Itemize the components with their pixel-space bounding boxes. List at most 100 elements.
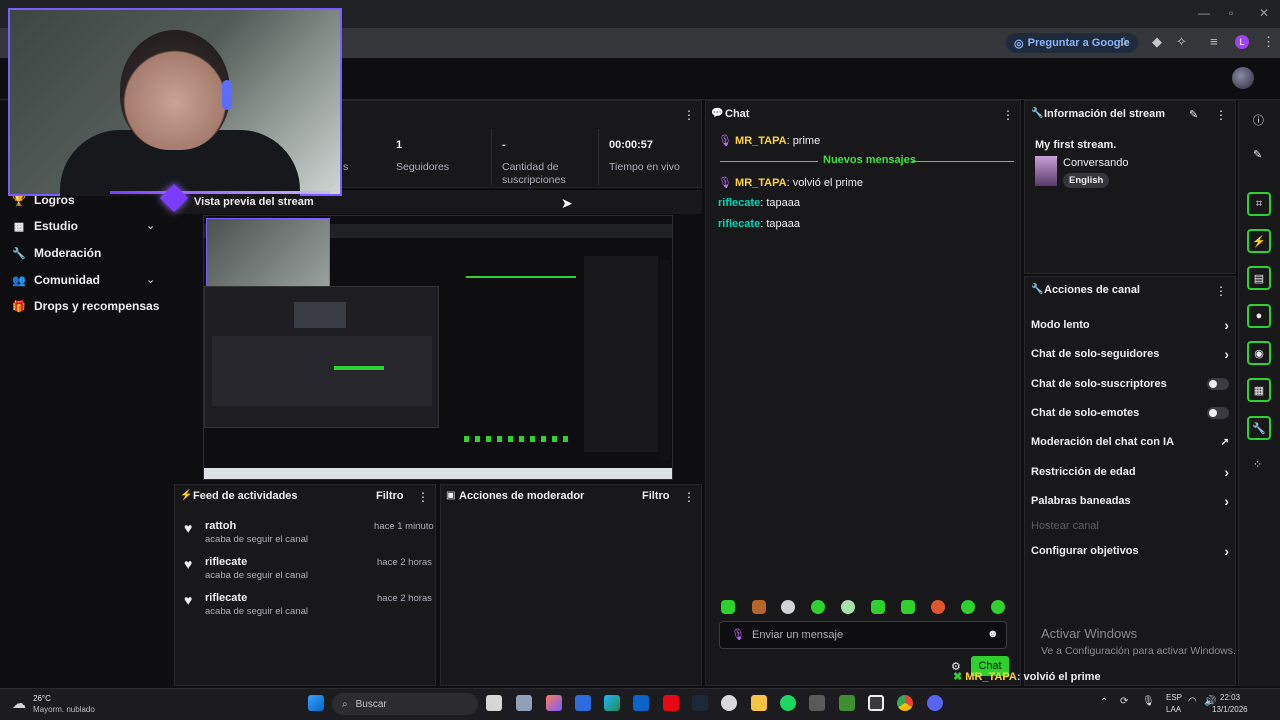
mail-icon[interactable] xyxy=(575,695,591,711)
more-options-icon[interactable]: ⋮ xyxy=(1215,284,1227,298)
spotify-icon[interactable] xyxy=(780,695,796,711)
feed-filter-button[interactable]: Filtro xyxy=(376,490,404,502)
emote-icon[interactable] xyxy=(961,600,975,614)
action-subscribers-only[interactable]: Chat de solo-suscriptores xyxy=(1031,374,1229,394)
sidebar-item-moderacion[interactable]: 🔧 Moderación xyxy=(12,243,101,263)
copilot-icon[interactable] xyxy=(546,695,562,711)
layout-icon[interactable]: ▦ xyxy=(1247,378,1271,402)
microphone-icon[interactable]: 🎙 xyxy=(1142,696,1155,707)
emote-icon[interactable] xyxy=(721,600,735,614)
chat-username[interactable]: MR_TAPA xyxy=(735,135,787,147)
emoji-icon[interactable]: ☻ xyxy=(987,628,999,640)
user-avatar[interactable] xyxy=(1232,67,1254,89)
bookmark-star-icon[interactable]: ☆ xyxy=(1118,34,1130,50)
sidebar-item-comunidad[interactable]: 👥 Comunidad xyxy=(12,270,100,290)
emotes-only-toggle[interactable] xyxy=(1207,407,1229,419)
notes-icon[interactable]: ▤ xyxy=(1247,266,1271,290)
reading-list-icon[interactable]: ≡ xyxy=(1210,34,1218,49)
action-banned-words[interactable]: Palabras baneadas › xyxy=(1031,491,1229,511)
stream-preview[interactable] xyxy=(203,215,673,480)
obs-icon[interactable] xyxy=(868,695,884,711)
chevron-up-icon[interactable]: ⌃ xyxy=(1100,697,1108,708)
more-options-icon[interactable]: ⋮ xyxy=(417,490,429,504)
more-options-icon[interactable]: ⋮ xyxy=(1002,108,1014,122)
divider xyxy=(491,129,492,185)
more-options-icon[interactable]: ⋮ xyxy=(683,108,695,122)
mic-icon[interactable]: 🎙 xyxy=(731,628,745,641)
chevron-down-icon[interactable]: ⌄ xyxy=(146,219,155,232)
maximize-icon[interactable]: ▫ xyxy=(1229,6,1233,20)
feed-item-name[interactable]: riflecate xyxy=(205,592,247,604)
feed-item-time: hace 1 minuto xyxy=(374,521,434,532)
chevron-down-icon[interactable]: ⌄ xyxy=(146,273,155,286)
chat-bubble-icon[interactable]: ● xyxy=(1247,304,1271,328)
taskbar-search[interactable]: ⌕ Buscar xyxy=(332,693,478,715)
clock-date[interactable]: 13/1/2026 xyxy=(1212,705,1248,714)
lightning-icon[interactable]: ⚡ xyxy=(1247,229,1271,253)
minimize-icon[interactable]: — xyxy=(1198,6,1210,20)
network-icon[interactable]: ⟳ xyxy=(1120,696,1128,707)
emote-icon[interactable] xyxy=(901,600,915,614)
emote-icon[interactable] xyxy=(752,600,766,614)
edit-pencil-icon[interactable]: ✎ xyxy=(1253,148,1262,161)
emote-icon[interactable] xyxy=(931,600,945,614)
weather-desc[interactable]: Mayorm. nublado xyxy=(33,705,95,714)
wrench-icon[interactable]: 🔧 xyxy=(1247,416,1271,440)
subscribers-only-toggle[interactable] xyxy=(1207,378,1229,390)
app-icon[interactable] xyxy=(809,695,825,711)
action-followers-only[interactable]: Chat de solo-seguidores › xyxy=(1031,344,1229,364)
emote-icon[interactable] xyxy=(871,600,885,614)
sidebar-item-drops[interactable]: 🎁 Drops y recompensas xyxy=(12,296,159,316)
netflix-icon[interactable] xyxy=(663,695,679,711)
broadcast-icon[interactable]: ◉ xyxy=(1247,341,1271,365)
chat-input[interactable]: Enviar un mensaje xyxy=(719,621,1007,649)
mod-filter-button[interactable]: Filtro xyxy=(642,490,670,502)
action-ai-moderation[interactable]: Moderación del chat con IA ↗ xyxy=(1031,432,1229,452)
calculator-icon[interactable] xyxy=(516,695,532,711)
chat-username[interactable]: MR_TAPA xyxy=(735,177,787,189)
more-menu-icon[interactable]: ⋮ xyxy=(1262,34,1275,50)
extension-shield-icon[interactable]: ◆ xyxy=(1152,34,1162,50)
stream-tag[interactable]: English xyxy=(1063,173,1110,188)
task-view-icon[interactable] xyxy=(486,695,502,711)
more-options-icon[interactable]: ⋮ xyxy=(683,490,695,504)
profile-avatar[interactable]: L xyxy=(1235,35,1249,49)
windows-start-icon[interactable] xyxy=(308,695,324,711)
feed-item-name[interactable]: rattoh xyxy=(205,520,236,532)
emote-icon[interactable] xyxy=(781,600,795,614)
minecraft-icon[interactable] xyxy=(839,695,855,711)
file-explorer-icon[interactable] xyxy=(751,695,767,711)
chrome-icon[interactable] xyxy=(897,695,913,711)
keyboard-layout[interactable]: LAA xyxy=(1166,705,1181,714)
clock-time[interactable]: 22:03 xyxy=(1220,693,1240,702)
emote-icon[interactable] xyxy=(811,600,825,614)
steam-icon[interactable] xyxy=(692,695,708,711)
more-options-icon[interactable]: ⋮ xyxy=(1215,108,1227,122)
chat-username[interactable]: riflecate xyxy=(718,197,760,209)
action-age-restriction[interactable]: Restricción de edad › xyxy=(1031,462,1229,482)
emote-icon[interactable] xyxy=(841,600,855,614)
chat-username[interactable]: riflecate xyxy=(718,218,760,230)
stream-category[interactable]: Conversando xyxy=(1063,157,1128,169)
info-icon[interactable]: ⓘ xyxy=(1253,112,1264,128)
action-slow-mode[interactable]: Modo lento › xyxy=(1031,315,1229,335)
chevron-right-icon: › xyxy=(1224,317,1229,333)
clip-icon[interactable]: ⌗ xyxy=(1247,192,1271,216)
outlook-icon[interactable] xyxy=(633,695,649,711)
edit-pencil-icon[interactable]: ✎ xyxy=(1189,108,1198,121)
edge-icon[interactable] xyxy=(604,695,620,711)
sidebar-item-estudio[interactable]: ▦ Estudio xyxy=(12,216,78,236)
weather-temp[interactable]: 26°C xyxy=(33,694,51,703)
weather-cloud-icon[interactable]: ☁ xyxy=(12,695,26,712)
language-indicator[interactable]: ESP xyxy=(1166,693,1182,702)
discord-icon[interactable] xyxy=(927,695,943,711)
extensions-icon[interactable]: ✧ xyxy=(1176,34,1187,50)
action-emotes-only[interactable]: Chat de solo-emotes xyxy=(1031,403,1229,423)
close-icon[interactable]: ✕ xyxy=(1259,6,1269,20)
feed-item-name[interactable]: riflecate xyxy=(205,556,247,568)
epic-icon[interactable] xyxy=(721,695,737,711)
wifi-icon[interactable]: ◠ xyxy=(1188,696,1197,707)
dots-icon[interactable]: ⁘ xyxy=(1253,458,1262,471)
action-configure-goals[interactable]: Configurar objetivos › xyxy=(1031,541,1229,561)
emote-icon[interactable] xyxy=(991,600,1005,614)
